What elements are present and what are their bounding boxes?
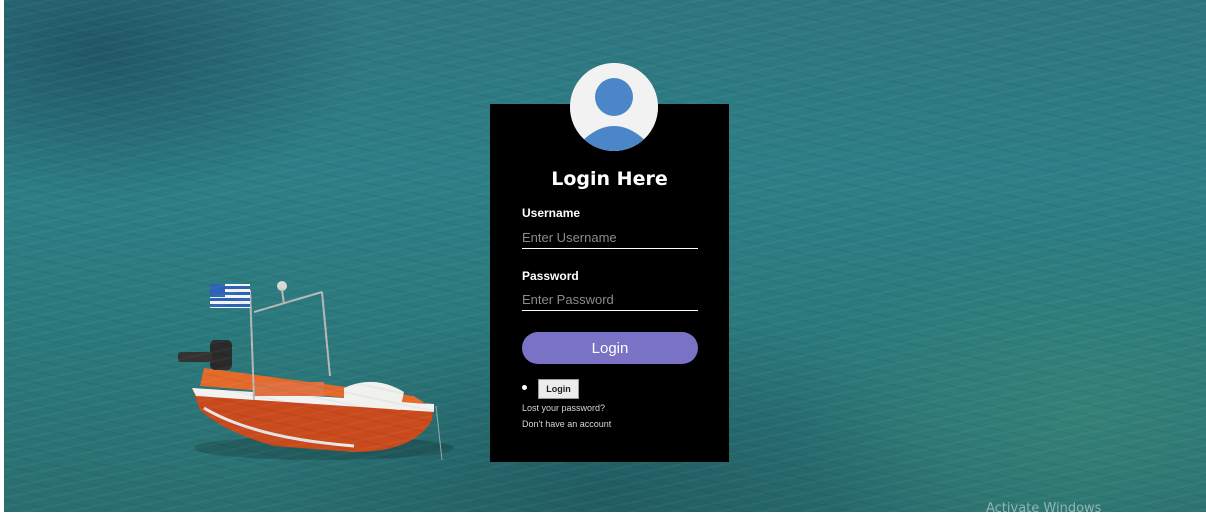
boat-image <box>178 281 454 461</box>
password-label: Password <box>522 269 579 283</box>
username-label: Username <box>522 206 581 220</box>
secondary-login-button[interactable]: Login <box>538 379 579 399</box>
page-title: Login Here <box>551 168 668 190</box>
no-account-link[interactable]: Don't have an account <box>522 419 611 429</box>
login-panel: Login Here Username Password Login Login… <box>490 63 729 462</box>
list-bullet <box>522 385 527 390</box>
activate-windows-watermark: Activate Windows <box>986 501 1102 516</box>
user-avatar-icon <box>570 63 658 151</box>
username-input[interactable] <box>522 226 698 249</box>
password-input[interactable] <box>522 288 698 311</box>
lost-password-link[interactable]: Lost your password? <box>522 403 605 413</box>
login-button[interactable]: Login <box>522 332 698 364</box>
